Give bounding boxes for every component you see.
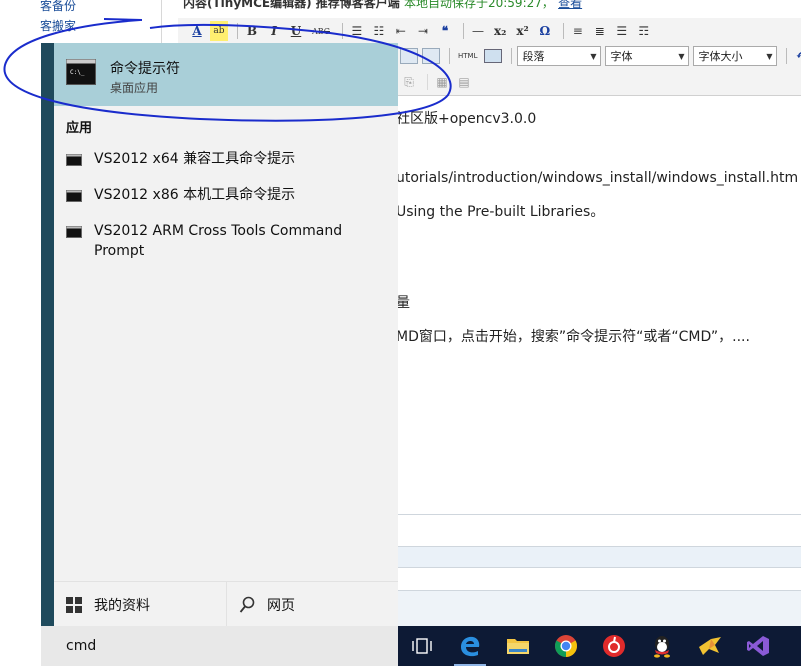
windows-logo-icon: [66, 597, 82, 613]
number-list-button[interactable]: ☷: [370, 21, 388, 41]
app-item-vs2012-arm[interactable]: VS2012 ARM Cross Tools Command Prompt: [54, 221, 398, 261]
editor-line: MD窗口，点击开始，搜索”命令提示符“或者“CMD”，....: [396, 329, 750, 345]
start-menu-rail: [41, 43, 54, 626]
bird-icon: [699, 637, 721, 655]
font-size-select[interactable]: 字体大小 ▼: [693, 46, 778, 66]
svg-text:C:\_: C:\_: [70, 69, 85, 76]
best-match-subtitle: 桌面应用: [110, 81, 159, 95]
app-item-vs2012-x64[interactable]: VS2012 x64 兼容工具命令提示: [54, 149, 398, 169]
search-input[interactable]: [66, 638, 366, 654]
qq-penguin-icon: [654, 636, 670, 658]
unlink-icon[interactable]: ⎘: [400, 72, 418, 92]
row-props-icon[interactable]: ▤: [455, 72, 473, 92]
app-item-vs2012-x86[interactable]: VS2012 x86 本机工具命令提示: [54, 185, 398, 205]
indent-button[interactable]: ⇥: [414, 21, 432, 41]
editor-line: utorials/introduction/windows_install/wi…: [396, 170, 799, 186]
app-item-label: VS2012 x86 本机工具命令提示: [94, 187, 296, 203]
html-button[interactable]: HTML: [455, 46, 480, 66]
outdent-button[interactable]: ⇤: [392, 21, 410, 41]
editor-header: 内容(TinyMCE编辑器) 推荐博客客户端 本地自动保存于20:59:27， …: [183, 0, 582, 11]
app-item-label: VS2012 ARM Cross Tools Command Prompt: [94, 223, 343, 259]
font-color-button[interactable]: A: [188, 21, 206, 41]
editor-label: 内容(TinyMCE编辑器): [183, 0, 312, 10]
view-link[interactable]: 查看: [558, 0, 582, 10]
visual-studio-button[interactable]: [734, 626, 782, 666]
chrome-icon: [555, 635, 577, 657]
web-search-button[interactable]: 网页: [226, 582, 398, 628]
search-scope-bar: 我的资料 网页: [54, 581, 398, 628]
my-stuff-label: 我的资料: [94, 598, 150, 614]
netease-music-icon: [603, 635, 625, 657]
special-char-button[interactable]: Ω: [536, 21, 554, 41]
command-prompt-icon: [66, 190, 82, 202]
autosave-status: 本地自动保存于20:59:27，: [403, 0, 554, 10]
editor-divider: [398, 514, 801, 515]
search-icon: [239, 596, 255, 613]
edge-icon: [461, 636, 480, 657]
editor-line: Using the Pre-built Libraries。: [396, 204, 605, 220]
align-justify-button[interactable]: ☶: [635, 21, 653, 41]
file-explorer-button[interactable]: [494, 626, 542, 666]
chevron-down-icon: ▼: [590, 51, 597, 61]
italic-button[interactable]: I: [265, 21, 283, 41]
start-search-box: [41, 626, 398, 666]
editor-line: 量: [396, 295, 410, 311]
best-match-command-prompt[interactable]: C:\_ 命令提示符 桌面应用: [54, 43, 398, 106]
link-icon[interactable]: [400, 48, 418, 64]
best-match-title: 命令提示符: [110, 61, 180, 77]
subscript-button[interactable]: x₂: [491, 21, 509, 41]
align-center-button[interactable]: ≣: [591, 21, 609, 41]
highlight-button[interactable]: ab: [210, 21, 228, 41]
editor-status-bar: [398, 546, 801, 568]
sidebar-link-move[interactable]: 客搬家: [40, 17, 76, 34]
sidebar-link-backup[interactable]: 客备份: [40, 0, 76, 14]
hr-button[interactable]: —: [469, 21, 487, 41]
chrome-button[interactable]: [542, 626, 590, 666]
align-left-button[interactable]: ≡: [569, 21, 587, 41]
task-view-button[interactable]: [398, 626, 446, 666]
align-right-button[interactable]: ☰: [613, 21, 631, 41]
qq-button[interactable]: [638, 626, 686, 666]
chevron-down-icon: ▼: [766, 51, 773, 61]
table-icon[interactable]: [484, 49, 503, 63]
folder-icon: [507, 639, 529, 654]
visual-studio-icon: [747, 636, 769, 656]
command-prompt-icon: [66, 154, 82, 166]
apps-section-heading: 应用: [66, 121, 93, 136]
web-label: 网页: [267, 598, 295, 614]
start-menu: C:\_ 命令提示符 桌面应用 应用 VS2012 x64 兼容工具命令提示 V…: [41, 43, 398, 628]
superscript-button[interactable]: x²: [513, 21, 531, 41]
table-props-icon[interactable]: ▦: [433, 72, 451, 92]
taskbar: [398, 626, 801, 666]
paragraph-select[interactable]: 段落 ▼: [517, 46, 602, 66]
command-prompt-icon: C:\_: [66, 59, 96, 85]
undo-icon[interactable]: ↶: [792, 46, 801, 66]
editor-footer-bar: [398, 590, 801, 626]
task-view-icon: [412, 638, 432, 654]
bullet-list-button[interactable]: ☰: [348, 21, 366, 41]
bird-app-button[interactable]: [686, 626, 734, 666]
bold-button[interactable]: B: [243, 21, 261, 41]
editor-line: 社区版+opencv3.0.0: [396, 111, 537, 127]
app-item-label: VS2012 x64 兼容工具命令提示: [94, 151, 296, 167]
underline-button[interactable]: U: [287, 21, 305, 41]
quote-button[interactable]: ❝: [436, 21, 454, 41]
font-select[interactable]: 字体 ▼: [605, 46, 690, 66]
edge-button[interactable]: [446, 626, 494, 666]
my-stuff-button[interactable]: 我的资料: [54, 582, 226, 628]
image-icon[interactable]: [422, 48, 440, 64]
netease-music-button[interactable]: [590, 626, 638, 666]
strikethrough-button[interactable]: ABC: [309, 21, 333, 41]
chevron-down-icon: ▼: [678, 51, 685, 61]
command-prompt-icon: [66, 226, 82, 238]
client-promo-link[interactable]: 推荐博客客户端: [316, 0, 400, 10]
